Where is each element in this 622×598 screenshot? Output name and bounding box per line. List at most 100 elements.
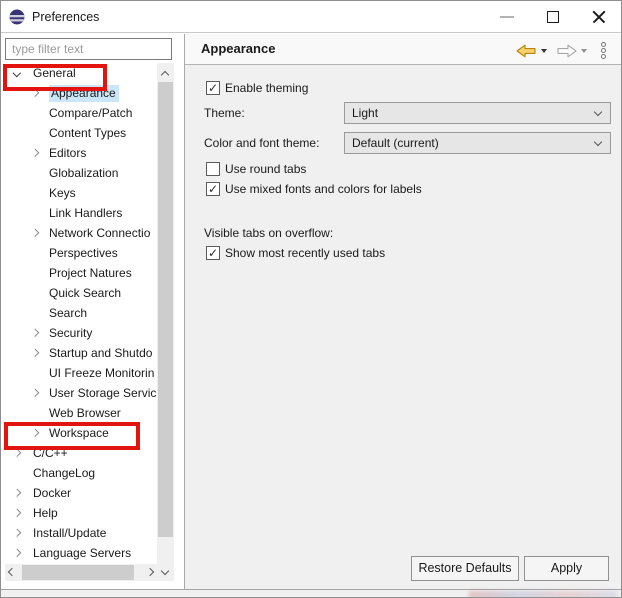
tree-item-security[interactable]: Security <box>5 323 174 343</box>
checkbox-box[interactable] <box>206 246 220 260</box>
tree-item-c-c[interactable]: C/C++ <box>5 443 174 463</box>
scroll-right-icon[interactable] <box>146 568 154 576</box>
close-icon <box>592 10 606 24</box>
tree-item-label: ChangeLog <box>33 466 95 480</box>
enable-theming-checkbox[interactable]: Enable theming <box>206 81 308 95</box>
tree-item-help[interactable]: Help <box>5 503 174 523</box>
chevron-right-icon[interactable] <box>31 329 39 337</box>
theme-value: Light <box>352 106 378 120</box>
chevron-right-icon[interactable] <box>13 549 21 557</box>
tree-item-label: Project Natures <box>49 266 132 280</box>
tree-item-label: Globalization <box>49 166 118 180</box>
tree-item-docker[interactable]: Docker <box>5 483 174 503</box>
filter-input[interactable] <box>5 38 172 60</box>
chevron-down-icon <box>594 138 602 146</box>
use-round-tabs-checkbox[interactable]: Use round tabs <box>206 162 306 176</box>
checkbox-box[interactable] <box>206 182 220 196</box>
tree-item-ui-freeze-monitorin[interactable]: UI Freeze Monitorin <box>5 363 174 383</box>
page-title: Appearance <box>201 34 275 64</box>
tree-item-label: Perspectives <box>49 246 118 260</box>
scroll-left-icon[interactable] <box>8 568 16 576</box>
close-button[interactable] <box>579 1 619 32</box>
tree-item-label: Language Servers <box>33 546 131 560</box>
chevron-down-icon[interactable] <box>13 69 21 77</box>
back-button[interactable] <box>516 44 536 58</box>
maximize-button[interactable] <box>533 1 573 32</box>
window-title: Preferences <box>32 1 99 33</box>
tree-item-content-types[interactable]: Content Types <box>5 123 174 143</box>
back-history-dropdown-icon[interactable] <box>541 49 547 53</box>
view-menu-icon[interactable] <box>601 42 606 59</box>
chevron-right-icon[interactable] <box>13 529 21 537</box>
chevron-right-icon[interactable] <box>13 509 21 517</box>
tree-item-label: Compare/Patch <box>49 106 132 120</box>
tree-item-install-update[interactable]: Install/Update <box>5 523 174 543</box>
apply-button[interactable]: Apply <box>524 556 609 581</box>
tree-item-label: General <box>33 66 76 80</box>
overflow-heading: Visible tabs on overflow: <box>204 222 333 244</box>
tree-item-web-browser[interactable]: Web Browser <box>5 403 174 423</box>
color-font-theme-value: Default (current) <box>352 136 439 150</box>
chevron-right-icon[interactable] <box>13 449 21 457</box>
scroll-up-icon[interactable] <box>161 71 169 79</box>
tree-item-perspectives[interactable]: Perspectives <box>5 243 174 263</box>
tree-item-label: Help <box>33 506 58 520</box>
tree-item-editors[interactable]: Editors <box>5 143 174 163</box>
tree-item-workspace[interactable]: Workspace <box>5 423 174 443</box>
tree-item-quick-search[interactable]: Quick Search <box>5 283 174 303</box>
forward-history-dropdown-icon[interactable] <box>581 49 587 53</box>
restore-defaults-button[interactable]: Restore Defaults <box>411 556 519 581</box>
chevron-right-icon[interactable] <box>31 389 39 397</box>
tree-item-label: Quick Search <box>49 286 121 300</box>
scroll-down-icon[interactable] <box>161 567 169 575</box>
vertical-scrollbar[interactable] <box>157 63 174 581</box>
vertical-scrollbar-thumb[interactable] <box>158 82 173 537</box>
chevron-right-icon[interactable] <box>31 429 39 437</box>
chevron-right-icon[interactable] <box>31 349 39 357</box>
checkbox-label: Use round tabs <box>225 162 306 176</box>
minimize-icon <box>500 16 514 18</box>
theme-label: Theme: <box>204 102 245 124</box>
tree-item-user-storage-servic[interactable]: User Storage Servic <box>5 383 174 403</box>
horizontal-scrollbar[interactable] <box>5 564 157 581</box>
tree-item-appearance[interactable]: Appearance <box>5 83 174 103</box>
tree-item-language-servers[interactable]: Language Servers <box>5 543 174 563</box>
tree-item-general[interactable]: General <box>5 63 174 83</box>
checkbox-box[interactable] <box>206 162 220 176</box>
tree-item-label: Docker <box>33 486 71 500</box>
checkbox-box[interactable] <box>206 81 220 95</box>
tree-item-network-connectio[interactable]: Network Connectio <box>5 223 174 243</box>
tree-item-compare-patch[interactable]: Compare/Patch <box>5 103 174 123</box>
chevron-right-icon[interactable] <box>13 489 21 497</box>
tree-item-globalization[interactable]: Globalization <box>5 163 174 183</box>
show-mru-tabs-checkbox[interactable]: Show most recently used tabs <box>206 246 385 260</box>
watermark <box>469 591 617 598</box>
tree-item-label: Security <box>49 326 92 340</box>
tree-item-search[interactable]: Search <box>5 303 174 323</box>
tree-item-startup-and-shutdo[interactable]: Startup and Shutdo <box>5 343 174 363</box>
color-font-theme-label: Color and font theme: <box>204 132 319 154</box>
minimize-button[interactable] <box>487 1 527 32</box>
theme-select[interactable]: Light <box>344 102 611 124</box>
tree-item-project-natures[interactable]: Project Natures <box>5 263 174 283</box>
mixed-fonts-checkbox[interactable]: Use mixed fonts and colors for labels <box>206 182 422 196</box>
tree-item-label: Web Browser <box>49 406 121 420</box>
chevron-right-icon[interactable] <box>31 229 39 237</box>
eclipse-logo-icon <box>9 9 25 25</box>
tree-item-changelog[interactable]: ChangeLog <box>5 463 174 483</box>
tree-item-label: Appearance <box>49 85 119 102</box>
tree-item-label: Editors <box>49 146 86 160</box>
tree-item-label: Startup and Shutdo <box>49 346 152 360</box>
preference-tree: General Appearance Compare/Patch Content Ty… <box>5 63 174 564</box>
tree-item-label: Search <box>49 306 87 320</box>
tree-item-link-handlers[interactable]: Link Handlers <box>5 203 174 223</box>
checkbox-label: Use mixed fonts and colors for labels <box>225 182 422 196</box>
checkbox-label: Show most recently used tabs <box>225 246 385 260</box>
chevron-right-icon[interactable] <box>31 89 39 97</box>
tree-item-keys[interactable]: Keys <box>5 183 174 203</box>
color-font-theme-select[interactable]: Default (current) <box>344 132 611 154</box>
horizontal-scrollbar-thumb[interactable] <box>22 565 134 580</box>
chevron-right-icon[interactable] <box>31 149 39 157</box>
forward-button[interactable] <box>557 44 577 58</box>
tree-item-label: Workspace <box>49 426 109 440</box>
